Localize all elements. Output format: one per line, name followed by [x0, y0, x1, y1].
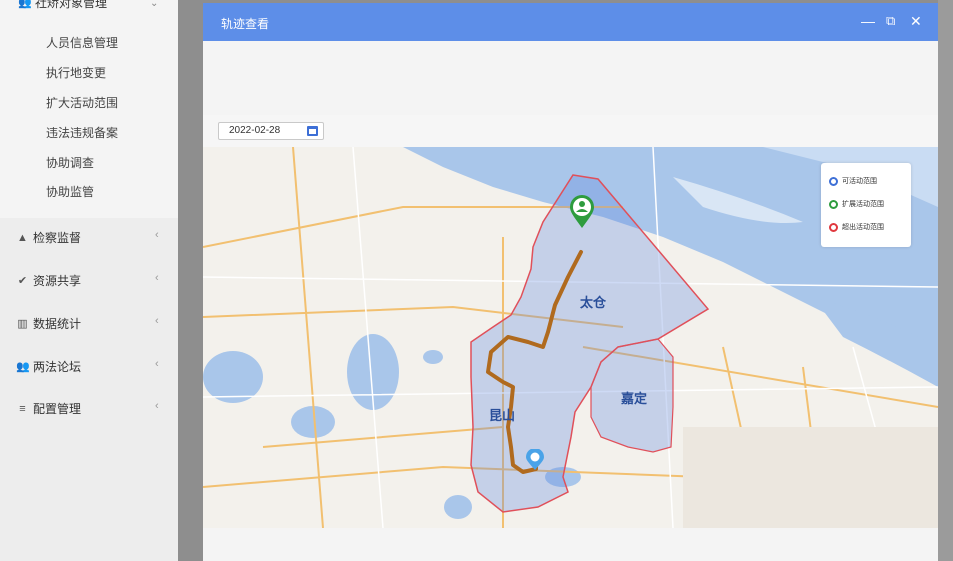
sidebar-subitem-personnel[interactable]: 人员信息管理: [46, 34, 118, 51]
sidebar-item-resource-sharing[interactable]: ✔ 资源共享: [16, 272, 81, 289]
minimize-button[interactable]: —: [861, 12, 875, 30]
maximize-button[interactable]: ⧉: [886, 12, 895, 30]
chevron-left-icon: ‹: [155, 358, 159, 370]
trajectory-modal: 轨迹查看 — ⧉ ✕ 2022-02-28 太仓 昆山 嘉定 可活动范围 扩展活…: [203, 3, 938, 561]
sidebar-item-label: 检察监督: [33, 231, 82, 245]
legend-item: 超出活动范围: [829, 222, 884, 232]
sidebar-item-label: 资源共享: [33, 274, 82, 288]
legend-item: 可活动范围: [829, 176, 877, 186]
warning-icon: ▲: [17, 231, 28, 244]
modal-header: 轨迹查看 — ⧉ ✕: [203, 3, 938, 41]
sidebar-group-title: 社矫对象管理: [35, 0, 108, 10]
chevron-left-icon: ‹: [155, 272, 159, 284]
sidebar: 👥 社矫对象管理 ⌄ 人员信息管理 执行地变更 扩大活动范围 违法违规备案 协助…: [0, 0, 178, 561]
chevron-down-icon: ⌄: [150, 0, 159, 9]
bar-chart-icon: ▥: [17, 318, 28, 330]
check-circle-icon: ✔: [17, 275, 28, 287]
close-button[interactable]: ✕: [910, 12, 922, 30]
date-value: 2022-02-28: [229, 125, 281, 136]
backdrop-right: [938, 0, 953, 561]
map-label-taicang: 太仓: [580, 295, 607, 310]
sidebar-item-label: 配置管理: [33, 402, 82, 416]
map-label-kunshan: 昆山: [489, 408, 516, 423]
menu-icon: ≡: [19, 402, 26, 415]
modal-title: 轨迹查看: [221, 17, 270, 31]
chevron-left-icon: ‹: [155, 229, 159, 241]
modal-footer: [203, 528, 938, 561]
location-pin-icon: [829, 176, 838, 186]
users-icon: 👥: [16, 361, 30, 373]
sidebar-subitem-expand-range[interactable]: 扩大活动范围: [46, 94, 118, 111]
sidebar-item-label: 数据统计: [33, 317, 82, 331]
page: 👥 社矫对象管理 ⌄ 人员信息管理 执行地变更 扩大活动范围 违法违规备案 协助…: [0, 0, 953, 561]
sidebar-item-label: 两法论坛: [33, 360, 82, 374]
sidebar-item-statistics[interactable]: ▥ 数据统计: [16, 315, 81, 332]
end-location-marker-icon[interactable]: [525, 449, 545, 471]
date-input[interactable]: 2022-02-28: [218, 122, 324, 140]
sidebar-group-expanded: 👥 社矫对象管理 ⌄ 人员信息管理 执行地变更 扩大活动范围 违法违规备案 协助…: [0, 0, 178, 218]
sidebar-subitem-assist-supervision[interactable]: 协助监管: [46, 183, 94, 200]
map-label-jiading: 嘉定: [621, 391, 648, 406]
sidebar-item-forum[interactable]: 👥 两法论坛: [16, 358, 81, 375]
date-filter-bar: 2022-02-28: [203, 115, 938, 147]
trajectory-map[interactable]: 太仓 昆山 嘉定 可活动范围 扩展活动范围 超出活动范围: [203, 147, 938, 528]
sidebar-item-config[interactable]: ≡ 配置管理: [16, 400, 81, 417]
start-location-marker-icon[interactable]: [569, 195, 595, 229]
location-pin-icon: [829, 222, 838, 232]
users-icon: 👥: [18, 0, 32, 9]
sidebar-subitem-residence-change[interactable]: 执行地变更: [46, 64, 106, 81]
sidebar-group-header[interactable]: 👥 社矫对象管理: [18, 0, 107, 11]
chevron-left-icon: ‹: [155, 315, 159, 327]
legend-label: 扩展活动范围: [842, 201, 884, 208]
legend-label: 可活动范围: [842, 178, 877, 185]
sidebar-subitem-assist-investigation[interactable]: 协助调查: [46, 154, 94, 171]
calendar-icon[interactable]: [307, 126, 318, 136]
sidebar-subitem-violation-record[interactable]: 违法违规备案: [46, 124, 118, 141]
location-pin-icon: [829, 199, 838, 209]
sidebar-item-inspection[interactable]: ▲ 检察监督: [16, 229, 81, 246]
legend-item: 扩展活动范围: [829, 199, 884, 209]
legend-label: 超出活动范围: [842, 224, 884, 231]
map-legend: 可活动范围 扩展活动范围 超出活动范围: [821, 163, 911, 247]
chevron-left-icon: ‹: [155, 400, 159, 412]
